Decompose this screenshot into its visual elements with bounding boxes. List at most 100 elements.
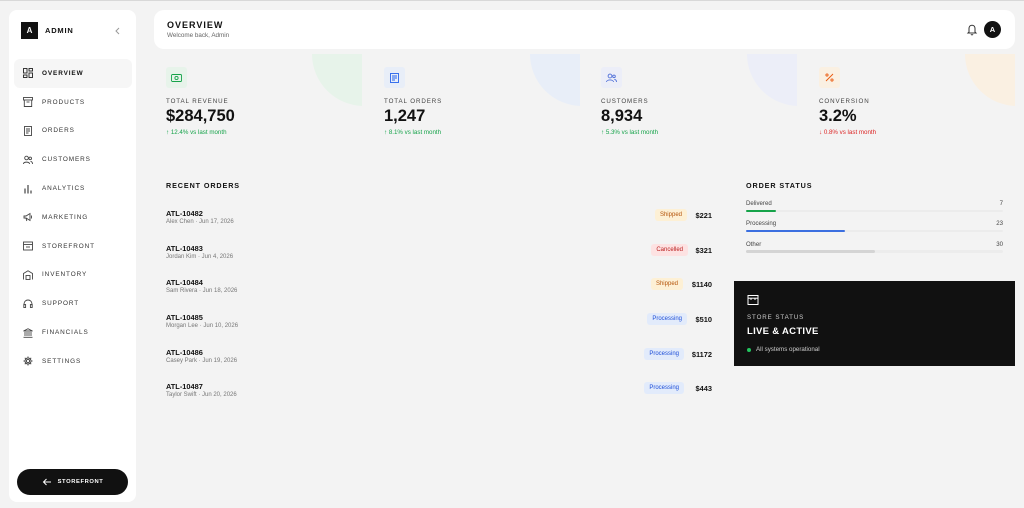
progress-fill	[746, 229, 845, 233]
store-status-label: STORE STATUS	[747, 314, 805, 321]
order-row[interactable]: ATL-10487 Taylor Swift · Jun 20, 2026 Pr…	[166, 376, 714, 411]
grid-icon	[22, 67, 34, 79]
bell-icon[interactable]	[966, 23, 978, 36]
stat-delta: ↓ 0.8% vs last month	[819, 129, 877, 136]
order-row[interactable]: ATL-10482 Alex Chen · Jun 17, 2026 Shipp…	[166, 203, 714, 238]
sidebar-item-settings[interactable]: SETTINGS	[14, 347, 132, 376]
stat-label: TOTAL ORDERS	[384, 98, 443, 105]
store-status-value: LIVE & ACTIVE	[747, 326, 819, 337]
order-meta: Casey Park · Jun 19, 2026	[166, 357, 238, 364]
storefront-button[interactable]: STOREFRONT	[17, 469, 128, 495]
order-meta: Alex Chen · Jun 17, 2026	[166, 219, 234, 225]
sidebar-item-customers[interactable]: CUSTOMERS	[14, 145, 132, 174]
status-count: 7	[999, 200, 1003, 207]
sidebar-item-label: FINANCIALS	[42, 329, 89, 337]
store-status-card: STORE STATUS LIVE & ACTIVE All systems o…	[734, 281, 1015, 366]
headset-icon	[22, 298, 34, 310]
status-label: Processing	[746, 220, 777, 228]
status-badge: Processing	[644, 382, 684, 395]
stat-card-orders: TOTAL ORDERS 1,247 ↑ 8.1% vs last month	[372, 54, 580, 150]
card-decoration	[530, 54, 580, 106]
order-amount: $1140	[691, 280, 712, 290]
sidebar-item-analytics[interactable]: ANALYTICS	[14, 174, 132, 203]
order-amount: $321	[695, 245, 712, 255]
store-icon	[22, 240, 34, 252]
receipt-icon	[22, 125, 34, 137]
stat-value: 1,247	[384, 107, 426, 125]
stat-delta: ↑ 12.4% vs last month	[166, 129, 227, 136]
sidebar-item-label: MARKETING	[42, 213, 89, 221]
brand[interactable]: A ADMIN	[21, 22, 74, 39]
order-row[interactable]: ATL-10483 Jordan Kim · Jun 4, 2026 Cance…	[166, 238, 714, 273]
sidebar-item-label: INVENTORY	[42, 271, 88, 279]
sidebar: A ADMIN OVERVIEW PRODUCTS ORDERS CUSTOME…	[9, 10, 136, 502]
megaphone-icon	[22, 211, 34, 223]
cash-icon	[166, 67, 187, 88]
brand-name: ADMIN	[45, 26, 74, 35]
order-id: ATL-10483	[166, 243, 203, 253]
order-status-title: ORDER STATUS	[746, 181, 813, 190]
card-decoration	[747, 54, 797, 106]
gear-icon	[22, 355, 34, 367]
progress-track	[746, 229, 1003, 233]
stat-label: TOTAL REVENUE	[166, 98, 229, 105]
users-icon	[601, 67, 622, 88]
sidebar-item-products[interactable]: PRODUCTS	[14, 88, 132, 117]
order-id: ATL-10484	[166, 278, 203, 288]
status-dot	[747, 347, 751, 352]
page-header: OVERVIEW Welcome back, Admin A	[154, 10, 1015, 49]
status-badge: Processing	[647, 313, 687, 326]
stat-delta: ↑ 8.1% vs last month	[384, 129, 442, 136]
order-meta: Morgan Lee · Jun 10, 2026	[166, 323, 239, 330]
status-label: Delivered	[746, 200, 772, 207]
top-border	[0, 0, 1024, 1]
status-badge: Shipped	[650, 278, 683, 291]
order-amount: $1172	[691, 349, 712, 359]
sidebar-item-inventory[interactable]: INVENTORY	[14, 261, 132, 290]
order-row[interactable]: ATL-10485 Morgan Lee · Jun 10, 2026 Proc…	[166, 307, 714, 342]
order-id: ATL-10485	[166, 313, 203, 323]
sidebar-item-label: ORDERS	[42, 127, 75, 135]
card-decoration	[312, 54, 362, 106]
order-amount: $510	[695, 315, 712, 325]
stat-value: 8,934	[601, 107, 643, 125]
recent-orders-list: ATL-10482 Alex Chen · Jun 17, 2026 Shipp…	[166, 203, 714, 411]
store-icon	[747, 295, 759, 305]
sidebar-item-marketing[interactable]: MARKETING	[14, 203, 132, 232]
order-meta: Sam Rivera · Jun 18, 2026	[166, 288, 238, 295]
order-amount: $221	[695, 211, 712, 220]
sidebar-item-label: ANALYTICS	[42, 185, 86, 193]
sidebar-item-orders[interactable]: ORDERS	[14, 117, 132, 146]
status-badge: Processing	[644, 347, 684, 360]
status-badge: Shipped	[654, 209, 687, 221]
sidebar-item-label: CUSTOMERS	[42, 156, 91, 164]
store-status-note: All systems operational	[747, 346, 820, 353]
stat-delta: ↑ 5.3% vs last month	[601, 129, 659, 136]
bank-icon	[22, 327, 34, 339]
sidebar-item-storefront[interactable]: STOREFRONT	[14, 232, 132, 261]
page-title: OVERVIEW	[167, 20, 224, 30]
sidebar-nav: OVERVIEW PRODUCTS ORDERS CUSTOMERS ANALY…	[14, 59, 132, 376]
progress-fill	[746, 209, 777, 212]
sidebar-item-label: SUPPORT	[42, 300, 80, 308]
status-row-other: Other 30	[746, 237, 1003, 257]
receipt-icon	[384, 67, 405, 88]
collapse-sidebar-button[interactable]	[112, 25, 124, 37]
order-row[interactable]: ATL-10486 Casey Park · Jun 19, 2026 Proc…	[166, 342, 714, 377]
sidebar-item-support[interactable]: SUPPORT	[14, 289, 132, 318]
order-id: ATL-10486	[166, 347, 203, 357]
status-count: 30	[996, 240, 1003, 248]
status-row-processing: Processing 23	[746, 216, 1003, 236]
avatar[interactable]: A	[984, 21, 1001, 38]
page-subtitle: Welcome back, Admin	[167, 32, 230, 39]
order-row[interactable]: ATL-10484 Sam Rivera · Jun 18, 2026 Ship…	[166, 272, 714, 307]
sidebar-item-label: PRODUCTS	[42, 98, 86, 106]
sidebar-item-financials[interactable]: FINANCIALS	[14, 318, 132, 347]
percent-icon	[819, 67, 840, 88]
stat-label: CONVERSION	[819, 98, 870, 105]
sidebar-item-overview[interactable]: OVERVIEW	[14, 59, 132, 88]
status-label: Other	[746, 240, 762, 248]
stat-value: $284,750	[166, 107, 235, 125]
order-id: ATL-10487	[166, 382, 203, 392]
sidebar-item-label: SETTINGS	[42, 357, 82, 365]
